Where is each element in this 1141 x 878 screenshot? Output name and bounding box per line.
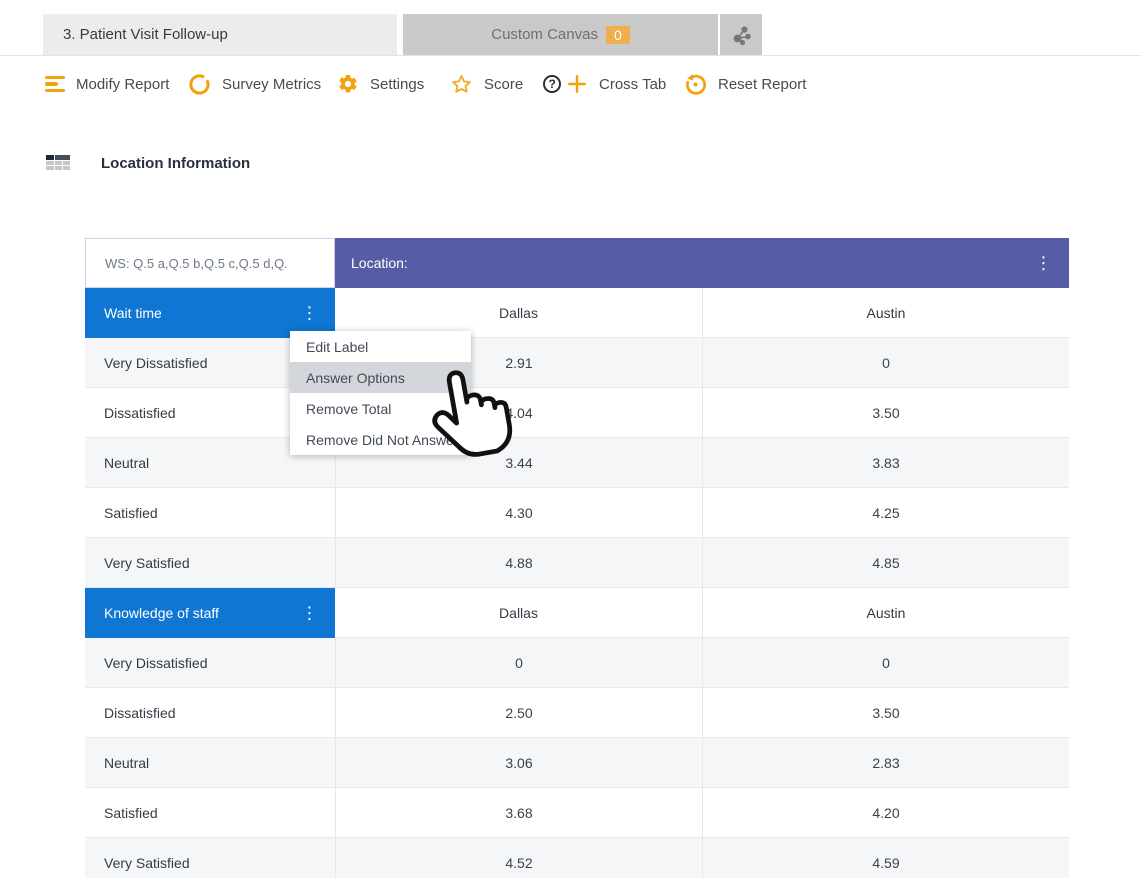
cell-value: 4.85 [702,538,1069,588]
report-toolbar: Modify Report Survey Metrics Settings Sc… [0,68,1141,100]
cell-value: 2.83 [702,738,1069,788]
row-label: Satisfied [85,788,335,838]
custom-canvas-count-badge: 0 [606,26,630,44]
tabstrip-divider [0,55,1141,56]
tab-label: Custom Canvas [491,26,598,43]
page-title: Location Information [101,155,250,172]
cell-value: 3.68 [335,788,702,838]
table-row: Satisfied 4.30 4.25 [85,488,1069,538]
banner-label: Location: [351,255,408,271]
row-label: Dissatisfied [85,688,335,738]
table-row: Satisfied 3.68 4.20 [85,788,1069,838]
cell-value: 4.20 [702,788,1069,838]
survey-metrics-button[interactable]: Survey Metrics [188,68,321,100]
group-kebab-menu-icon[interactable]: ⋮ [296,303,323,324]
canvas-nodes-button[interactable] [720,14,762,55]
banner-location-cell: Location: ⋮ [335,238,1069,288]
row-label: Very Satisfied [85,838,335,878]
group-header-row: Knowledge of staff ⋮ Dallas Austin [85,588,1069,638]
section-header: Location Information [46,155,250,172]
cell-value: 4.88 [335,538,702,588]
column-header-austin: Austin [702,588,1069,638]
table-row: Very Satisfied 4.88 4.85 [85,538,1069,588]
cell-value: 3.83 [702,438,1069,488]
question-mark-icon[interactable]: ? [543,75,561,93]
crosstab-table: WS: Q.5 a,Q.5 b,Q.5 c,Q.5 d,Q. Location:… [85,238,1069,878]
modify-report-button[interactable]: Modify Report [45,68,169,100]
tab-patient-visit-follow-up[interactable]: 3. Patient Visit Follow-up [43,14,397,55]
table-row: Dissatisfied 4.04 3.50 [85,388,1069,438]
cell-value: 0 [702,338,1069,388]
column-header-dallas: Dallas [335,588,702,638]
tab-custom-canvas[interactable]: Custom Canvas 0 [403,14,718,55]
table-row: Very Dissatisfied 2.91 0 [85,338,1069,388]
table-row: Neutral 3.44 3.83 [85,438,1069,488]
group-header-row: Wait time ⋮ Dallas Austin [85,288,1069,338]
menu-item-remove-total[interactable]: Remove Total [290,393,471,424]
cross-tab-button[interactable]: Cross Tab [566,68,666,100]
column-header-austin: Austin [702,288,1069,338]
menu-item-remove-did-not-answer[interactable]: Remove Did Not Answer [290,424,471,455]
row-label: Satisfied [85,488,335,538]
modify-report-icon [45,73,65,96]
cell-value: 3.06 [335,738,702,788]
table-row: Very Dissatisfied 0 0 [85,638,1069,688]
node-graph-icon [729,23,753,47]
row-options-context-menu: Edit Label Answer Options Remove Total R… [290,331,471,455]
table-header-row: WS: Q.5 a,Q.5 b,Q.5 c,Q.5 d,Q. Location:… [85,238,1069,288]
group-knowledge-of-staff-cell[interactable]: Knowledge of staff ⋮ [85,588,335,638]
tool-label: Survey Metrics [222,76,321,93]
survey-metrics-icon [188,73,211,96]
banner-kebab-menu-icon[interactable]: ⋮ [1030,253,1057,274]
settings-button[interactable]: Settings [337,68,424,100]
row-label: Neutral [85,738,335,788]
tool-label: Score [484,76,523,93]
table-row: Neutral 3.06 2.83 [85,738,1069,788]
cell-value: 4.52 [335,838,702,878]
row-label: Very Dissatisfied [85,638,335,688]
corner-question-cell: WS: Q.5 a,Q.5 b,Q.5 c,Q.5 d,Q. [85,238,335,288]
reset-report-icon [684,73,707,96]
tool-label: Modify Report [76,76,169,93]
cell-value: 3.50 [702,388,1069,438]
cell-value: 2.50 [335,688,702,738]
group-label: Knowledge of staff [104,605,219,621]
score-button[interactable]: Score ? [450,68,561,100]
report-page: 3. Patient Visit Follow-up Custom Canvas… [0,0,1141,878]
tool-label: Cross Tab [599,76,666,93]
cell-value: 4.25 [702,488,1069,538]
group-label: Wait time [104,305,162,321]
cell-value: 4.30 [335,488,702,538]
cross-tab-plus-icon [566,73,588,95]
table-row: Dissatisfied 2.50 3.50 [85,688,1069,738]
tool-label: Settings [370,76,424,93]
tool-label: Reset Report [718,76,806,93]
cell-value: 4.59 [702,838,1069,878]
menu-item-edit-label[interactable]: Edit Label [290,331,471,362]
menu-item-answer-options[interactable]: Answer Options [290,362,471,393]
cell-value: 3.50 [702,688,1069,738]
table-report-icon [46,155,70,172]
tab-label: 3. Patient Visit Follow-up [63,26,228,43]
row-label: Very Satisfied [85,538,335,588]
cell-value: 0 [335,638,702,688]
settings-gear-icon [337,73,359,95]
table-row: Very Satisfied 4.52 4.59 [85,838,1069,878]
reset-report-button[interactable]: Reset Report [684,68,806,100]
cell-value: 0 [702,638,1069,688]
group-kebab-menu-icon[interactable]: ⋮ [296,603,323,624]
score-star-icon [450,73,473,96]
